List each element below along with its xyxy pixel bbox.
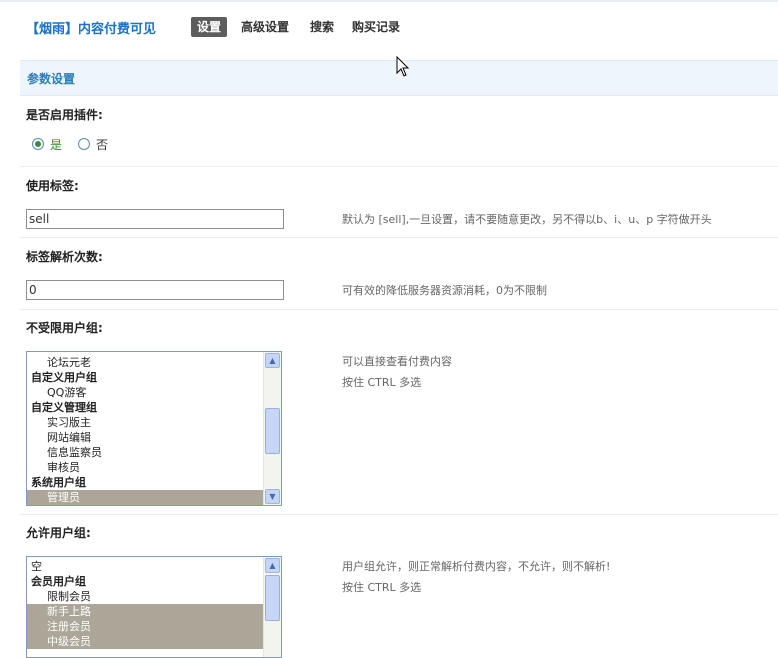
list-option[interactable]: 实习版主 (27, 415, 264, 430)
list-option[interactable]: 论坛元老 (27, 355, 264, 370)
enable-yes-label[interactable]: 是 (50, 136, 62, 153)
allowed-groups-listbox[interactable]: 空 会员用户组 限制会员 新手上路 注册会员 中级会员 ▲ (26, 556, 282, 658)
list-option-group: 系统用户组 (31, 476, 86, 489)
list-option-group: 会员用户组 (31, 575, 86, 588)
tab-search[interactable]: 搜索 (310, 17, 334, 37)
allowed-groups-options: 空 会员用户组 限制会员 新手上路 注册会员 中级会员 (27, 559, 264, 649)
tab-advanced-settings[interactable]: 高级设置 (241, 17, 289, 37)
list-option[interactable]: 信息监察员 (27, 445, 264, 460)
listbox-scrollbar[interactable]: ▲ (263, 557, 281, 657)
enable-no-radio[interactable] (78, 138, 90, 150)
allowed-groups-ctrl-hint: 按住 CTRL 多选 (342, 581, 422, 594)
parse-count-label: 标签解析次数: (26, 250, 103, 264)
divider (20, 237, 778, 238)
unlimited-groups-label: 不受限用户组: (26, 321, 103, 335)
tab-settings[interactable]: 设置 (191, 17, 228, 37)
tag-hint: 默认为 [sell],一旦设置，请不要随意更改，另不得以b、i、u、p 字符做开… (342, 213, 712, 226)
allowed-groups-label: 允许用户组: (26, 526, 91, 540)
list-option-selected[interactable]: 注册会员 (27, 619, 264, 634)
unlimited-groups-options: 论坛元老 自定义用户组 QQ游客 自定义管理组 实习版主 网站编辑 信息监察员 … (27, 355, 264, 505)
unlimited-groups-ctrl-hint: 按住 CTRL 多选 (342, 376, 422, 389)
scrollbar-thumb[interactable] (265, 408, 280, 454)
section-title: 参数设置 (27, 72, 76, 86)
chevron-down-icon[interactable]: ▼ (265, 489, 280, 504)
enable-yes-radio[interactable] (32, 138, 44, 150)
chevron-up-icon[interactable]: ▲ (265, 353, 280, 368)
allowed-groups-hint: 用户组允许，则正常解析付费内容，不允许，则不解析! (342, 560, 611, 573)
list-option[interactable]: 审核员 (27, 460, 264, 475)
enable-plugin-label: 是否启用插件: (26, 108, 103, 122)
chevron-up-icon[interactable]: ▲ (265, 558, 280, 573)
brand-title: 【烟雨】内容付费可见 (26, 22, 157, 37)
list-option-group: 自定义管理组 (31, 401, 97, 414)
tag-label: 使用标签: (26, 179, 79, 193)
list-option-selected[interactable]: 中级会员 (27, 634, 264, 649)
enable-no-label[interactable]: 否 (96, 136, 108, 153)
list-option-selected[interactable]: 新手上路 (27, 604, 264, 619)
divider (20, 166, 778, 167)
parse-count-input[interactable] (26, 280, 284, 300)
unlimited-groups-hint: 可以直接查看付费内容 (342, 355, 452, 368)
list-option-selected[interactable]: 管理员 (27, 490, 264, 505)
divider (20, 514, 778, 515)
list-option[interactable]: QQ游客 (27, 385, 264, 400)
list-option[interactable]: 空 (27, 559, 264, 574)
divider (20, 309, 778, 310)
tab-purchase-records[interactable]: 购买记录 (352, 17, 400, 37)
mouse-cursor-icon (396, 56, 410, 77)
scrollbar-thumb[interactable] (265, 575, 280, 621)
unlimited-groups-listbox[interactable]: 论坛元老 自定义用户组 QQ游客 自定义管理组 实习版主 网站编辑 信息监察员 … (26, 351, 282, 506)
listbox-scrollbar[interactable]: ▲ ▼ (263, 352, 281, 505)
list-option[interactable]: 限制会员 (27, 589, 264, 604)
header: 【烟雨】内容付费可见 设置 高级设置 搜索 购买记录 (0, 14, 778, 40)
list-option-group: 自定义用户组 (31, 371, 97, 384)
list-option[interactable]: 网站编辑 (27, 430, 264, 445)
tag-input[interactable] (26, 209, 284, 229)
parse-count-hint: 可有效的降低服务器资源消耗，0为不限制 (342, 284, 547, 297)
top-border (0, 0, 778, 2)
